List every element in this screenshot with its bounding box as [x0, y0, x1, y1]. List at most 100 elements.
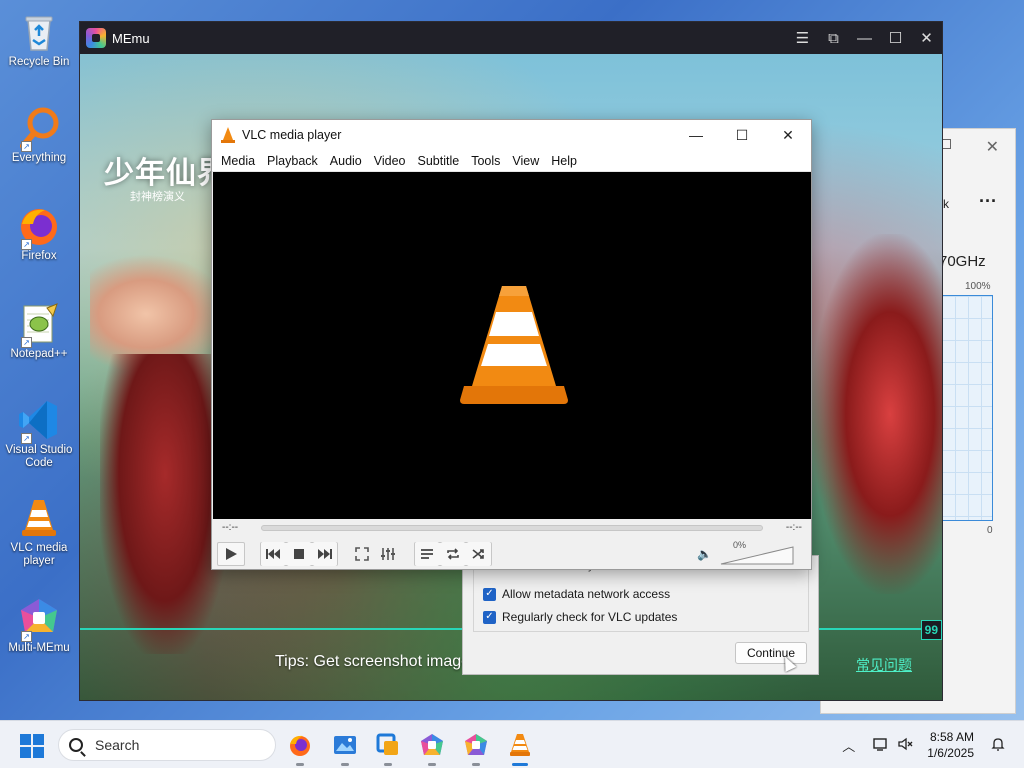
search-icon [69, 738, 83, 752]
desktop-icon-everything[interactable]: ↗ Everything [4, 106, 74, 165]
taskbar: Search ︿ 8:58 AM 1/6/2025 [0, 720, 1024, 768]
menu-icon[interactable]: ☰ [787, 22, 818, 54]
extended-settings-icon [381, 548, 395, 560]
vscode-icon: ↗ [17, 398, 61, 444]
checkbox-checked-icon[interactable]: ✓ [483, 587, 496, 601]
memu-logo-icon [86, 28, 106, 48]
desktop-icon-label: Firefox [21, 250, 57, 262]
playlist-button[interactable] [415, 542, 439, 566]
previous-icon [266, 549, 280, 559]
extended-settings-button[interactable] [376, 542, 400, 566]
stop-button[interactable] [287, 542, 311, 566]
desktop-icon-label: Visual Studio Code [5, 444, 73, 469]
graph-max-label: 100% [965, 281, 991, 292]
shortcut-arrow-icon: ↗ [21, 631, 32, 642]
desktop-icon-label: Notepad++ [10, 348, 68, 360]
taskbar-multi-memu[interactable] [460, 729, 492, 766]
desktop-icon-vlc[interactable]: VLC media player [4, 496, 74, 568]
vlc-window[interactable]: VLC media player — ☐ ✕ Media Playback Au… [211, 119, 812, 570]
loading-progress-value: 99 [920, 620, 942, 640]
multi-memu-icon [465, 734, 487, 755]
desktop-icon-label: Everything [11, 152, 67, 164]
volume-slider[interactable] [719, 545, 795, 565]
windows-logo-icon [20, 734, 31, 745]
shuffle-icon [472, 549, 484, 559]
checkbox-row-metadata[interactable]: ✓ Allow metadata network access [483, 587, 670, 601]
checkbox-row-updates[interactable]: ✓ Regularly check for VLC updates [483, 610, 677, 624]
shuffle-button[interactable] [467, 542, 491, 566]
desktop-icon-firefox[interactable]: ↗ Firefox [4, 204, 74, 263]
desktop-icon-label: Multi-MEmu [8, 642, 70, 654]
total-time: --:-- [785, 522, 802, 533]
menu-help[interactable]: Help [545, 154, 583, 168]
more-options-icon[interactable]: ··· [979, 191, 997, 212]
maximize-icon[interactable]: ☐ [719, 120, 765, 150]
recycle-bin-icon [17, 10, 61, 54]
menu-subtitle[interactable]: Subtitle [412, 154, 466, 168]
seek-slider[interactable] [261, 525, 763, 531]
elapsed-time: --:-- [222, 522, 239, 533]
resize-icon[interactable]: ⧉ [818, 22, 849, 54]
minimize-icon[interactable]: — [849, 22, 880, 54]
speaker-icon[interactable]: 🔈 [697, 547, 712, 561]
maximize-icon[interactable]: ☐ [880, 22, 911, 54]
taskbar-firefox[interactable] [284, 729, 316, 766]
memu-title: MEmu [112, 30, 150, 46]
fullscreen-button[interactable] [350, 542, 374, 566]
taskbar-photos[interactable] [329, 729, 361, 766]
vlc-menubar: Media Playback Audio Video Subtitle Tool… [212, 150, 811, 172]
close-icon[interactable]: ✕ [765, 120, 811, 150]
desktop-icon-recycle-bin[interactable]: Recycle Bin [4, 10, 74, 69]
menu-view[interactable]: View [506, 154, 545, 168]
loop-button[interactable] [441, 542, 465, 566]
play-icon [226, 548, 237, 560]
photos-icon [334, 736, 356, 754]
taskbar-memu[interactable] [416, 729, 448, 766]
firefox-icon: ↗ [17, 204, 61, 250]
memu-titlebar[interactable]: MEmu ☰ ⧉ — ☐ ✕ [80, 22, 942, 54]
video-area[interactable] [213, 172, 811, 519]
previous-button[interactable] [261, 542, 285, 566]
desktop-icon-vscode[interactable]: ↗ Visual Studio Code [4, 398, 74, 470]
vlc-icon [17, 496, 61, 540]
loop-icon [447, 548, 459, 560]
desktop-icon-multi-memu[interactable]: ↗ Multi-MEmu [4, 596, 74, 655]
menu-audio[interactable]: Audio [324, 154, 368, 168]
vlc-cone-icon [221, 127, 235, 143]
graph-min-label: 0 [987, 525, 993, 536]
game-logo-subtitle: 封神榜演义 [130, 191, 185, 203]
close-icon[interactable]: ✕ [911, 22, 942, 54]
clock-time: 8:58 AM [929, 730, 974, 744]
play-button[interactable] [217, 542, 245, 566]
start-button[interactable] [20, 734, 44, 758]
clock[interactable]: 8:58 AM 1/6/2025 [927, 729, 974, 761]
vlc-titlebar[interactable]: VLC media player — ☐ ✕ [212, 120, 811, 150]
network-icon[interactable] [873, 736, 889, 755]
close-icon[interactable]: ✕ [986, 137, 999, 157]
desktop-icon-notepad-plus-plus[interactable]: ↗ Notepad++ [4, 302, 74, 361]
notification-bell-icon[interactable] [990, 736, 1006, 755]
next-button[interactable] [313, 542, 337, 566]
volume-muted-icon[interactable] [897, 736, 913, 755]
minimize-icon[interactable]: — [673, 120, 719, 150]
seek-bar-area: --:-- --:-- [213, 519, 811, 537]
continue-button[interactable]: Continue [735, 642, 807, 664]
taskbar-vlc[interactable] [504, 729, 536, 766]
taskbar-search[interactable]: Search [58, 729, 276, 761]
memu-icon [421, 734, 443, 755]
desktop-icon-label: Recycle Bin [8, 56, 70, 68]
playback-controls: 🔈 0% [213, 539, 811, 569]
stop-icon [294, 549, 304, 559]
snipping-tool-icon [376, 733, 398, 755]
checkbox-checked-icon[interactable]: ✓ [483, 610, 496, 624]
faq-link[interactable]: 常见问题 [856, 655, 912, 675]
next-icon [318, 549, 332, 559]
menu-video[interactable]: Video [368, 154, 412, 168]
vlc-privacy-dialog[interactable]: Network Access Policy ✓ Allow metadata n… [462, 555, 819, 675]
menu-playback[interactable]: Playback [261, 154, 324, 168]
menu-media[interactable]: Media [215, 154, 261, 168]
menu-tools[interactable]: Tools [465, 154, 506, 168]
notepad-plus-plus-icon: ↗ [17, 302, 61, 348]
show-hidden-icons-chevron-icon[interactable]: ︿ [842, 736, 855, 755]
taskbar-snipping-tool[interactable] [372, 729, 404, 766]
